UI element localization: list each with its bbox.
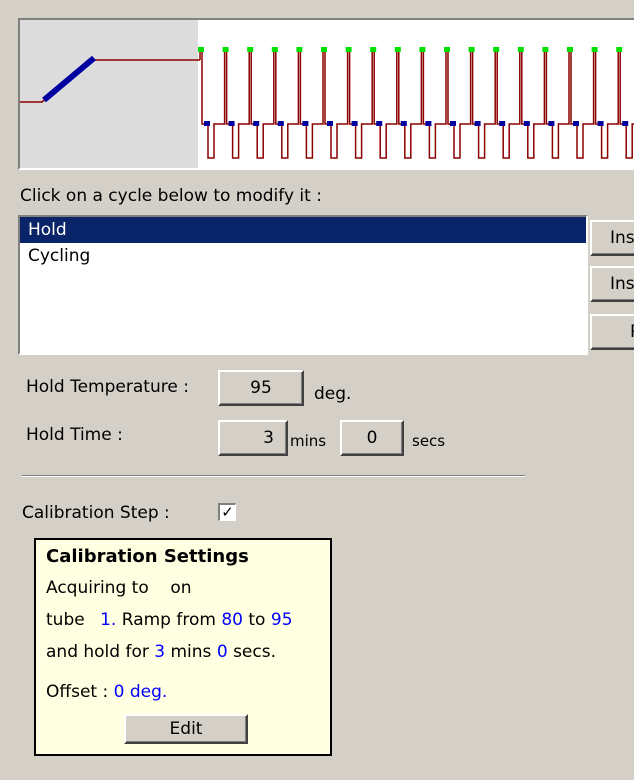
cycle-bottom-marker [302, 121, 309, 126]
hold-temperature-unit: deg. [314, 384, 352, 404]
cycle-list[interactable]: Hold Cycling [18, 215, 588, 355]
calibration-ramp-line: tube 1. Ramp from 80 to 95 [46, 610, 293, 630]
ramp-to-label: to [248, 610, 266, 630]
cycle-top-marker [493, 47, 500, 52]
list-item-hold[interactable]: Hold [20, 217, 586, 243]
cycle-bottom-marker [351, 121, 358, 126]
offset-label: Offset : [46, 682, 109, 702]
cycle-bottom-marker [548, 121, 555, 126]
cycle-top-marker [198, 47, 204, 52]
ramp-to-value: 95 [270, 610, 293, 630]
hold-for-label: and hold for [46, 642, 149, 662]
cycle-top-marker [345, 47, 352, 52]
edit-calibration-button[interactable]: Edit [124, 714, 248, 744]
cycle-bottom-marker [499, 121, 506, 126]
hold-time-label: Hold Time : [26, 425, 123, 445]
list-item-cycling[interactable]: Cycling [20, 243, 586, 269]
calibration-hold-mins: 3 [154, 642, 166, 662]
cycle-bottom-marker [253, 121, 260, 126]
cycle-bottom-marker [597, 121, 604, 126]
offset-value: 0 deg. [113, 682, 168, 702]
instruction-label: Click on a cycle below to modify it : [20, 186, 322, 206]
hold-minutes-unit: mins [290, 432, 327, 450]
secs-label: secs. [233, 642, 276, 662]
calibration-step-label: Calibration Step : [22, 503, 170, 523]
cycle-top-marker [468, 47, 475, 52]
cycle-bottom-marker [277, 121, 284, 126]
cycle-top-marker [419, 47, 426, 52]
calibration-offset-line: Offset : 0 deg. [46, 682, 167, 702]
cycle-top-marker [444, 47, 450, 52]
cycle-top-marker [517, 47, 524, 52]
calibration-acquiring-text: Acquiring to on [46, 578, 192, 598]
cycle-bottom-marker [573, 121, 579, 126]
insert-before-button[interactable]: Ins [590, 220, 634, 256]
hold-temperature-label: Hold Temperature : [26, 377, 189, 397]
calibration-settings-title: Calibration Settings [46, 546, 249, 567]
ramp-from-value: 80 [221, 610, 243, 630]
remove-button[interactable]: R [590, 314, 634, 350]
hold-minutes-field[interactable]: 3 [218, 420, 288, 456]
ramp-from-label: Ramp from [121, 610, 216, 630]
cycle-bottom-marker [228, 121, 235, 126]
cycle-bottom-marker [474, 121, 481, 126]
hold-temperature-field[interactable]: 95 [218, 370, 304, 406]
insert-after-button[interactable]: Inse [590, 266, 634, 302]
cycle-top-marker [222, 47, 229, 52]
cycle-top-marker [296, 47, 303, 52]
hold-seconds-field[interactable]: 0 [340, 420, 404, 456]
cycle-top-marker [321, 47, 327, 52]
cycle-top-marker [567, 47, 573, 52]
temperature-profile-graph [18, 18, 634, 170]
profile-cycling-line [199, 49, 634, 159]
calibration-hold-secs: 0 [216, 642, 228, 662]
tube-label: tube [46, 610, 85, 630]
separator [22, 475, 525, 477]
tube-value: 1. [100, 610, 117, 630]
hold-seconds-unit: secs [412, 432, 446, 450]
cycle-bottom-marker [327, 121, 333, 126]
cycle-top-marker [271, 47, 278, 52]
cycle-bottom-marker [376, 121, 383, 126]
calibration-hold-line: and hold for 3 mins 0 secs. [46, 642, 276, 662]
cycle-top-marker [370, 47, 377, 52]
calibration-step-checkbox[interactable]: ✓ [218, 503, 236, 521]
mins-label: mins [170, 642, 212, 662]
cycle-bottom-marker [400, 121, 407, 126]
cycle-bottom-marker [523, 121, 530, 126]
cycle-top-marker [394, 47, 401, 52]
cycle-top-marker [247, 47, 254, 52]
cycle-bottom-marker [425, 121, 432, 126]
cycle-top-marker [542, 47, 549, 52]
cycle-bottom-marker [622, 121, 629, 126]
cycle-bottom-marker [204, 121, 210, 126]
calibration-settings-panel: Calibration Settings Acquiring to on tub… [34, 538, 332, 756]
cycle-top-marker [616, 47, 623, 52]
cycle-top-marker [591, 47, 598, 52]
cycle-bottom-marker [450, 121, 456, 126]
